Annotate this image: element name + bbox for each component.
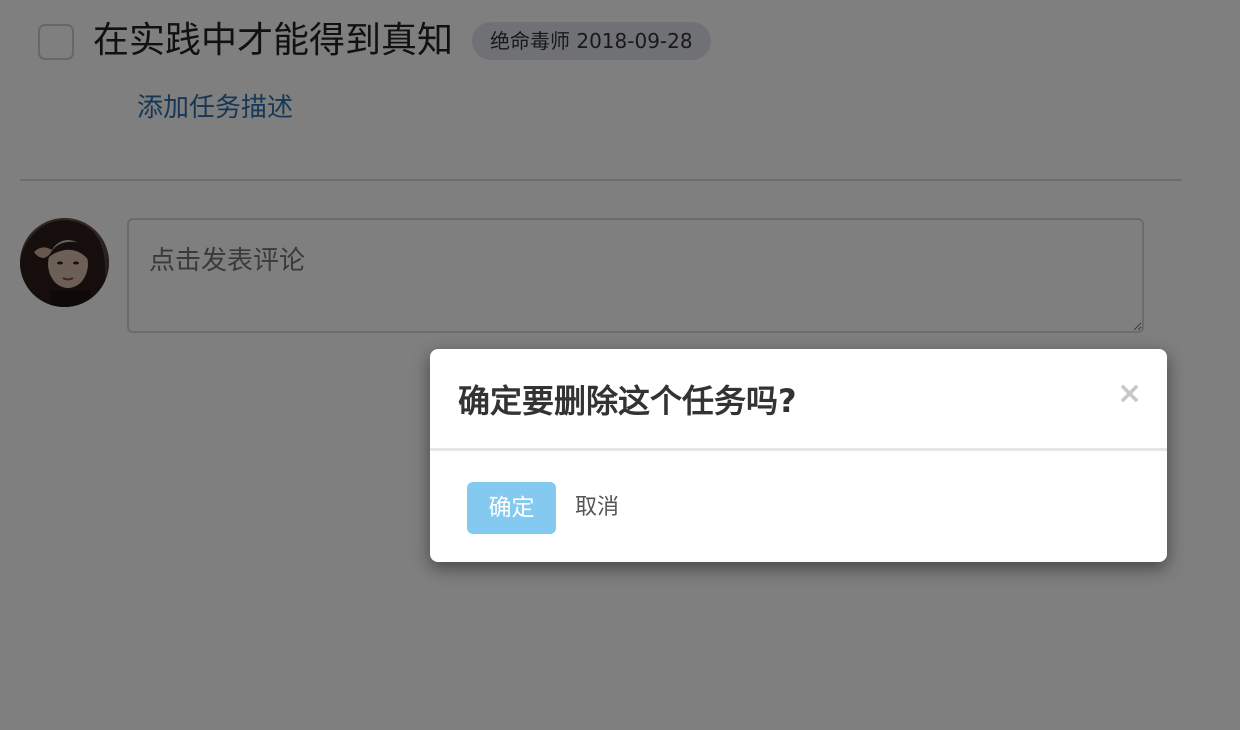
dialog-title: 确定要删除这个任务吗?: [458, 382, 797, 420]
close-icon[interactable]: ×: [1117, 379, 1142, 409]
delete-task-dialog: 确定要删除这个任务吗? × 确定 取消: [430, 349, 1167, 562]
dialog-header: 确定要删除这个任务吗? ×: [430, 349, 1167, 451]
task-detail-page: 在实践中才能得到真知 绝命毒师 2018-09-28 添加任务描述: [0, 0, 1240, 730]
cancel-button[interactable]: 取消: [575, 490, 619, 526]
confirm-button[interactable]: 确定: [467, 482, 556, 534]
